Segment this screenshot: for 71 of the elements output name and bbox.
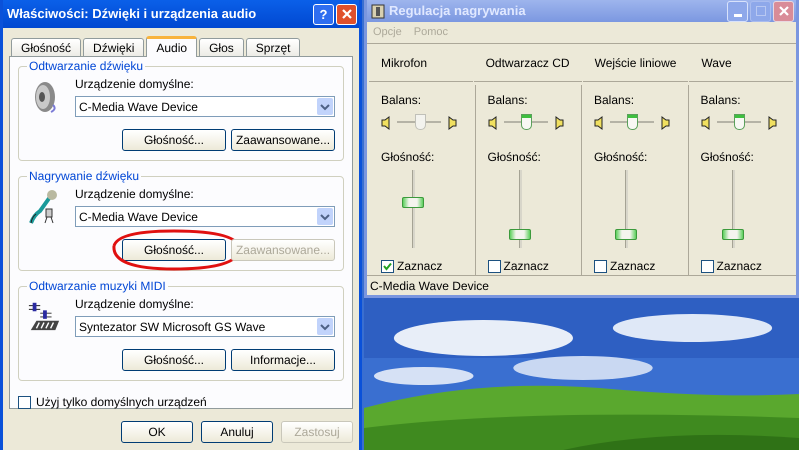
field-label: Urządzenie domyślne: (75, 186, 195, 203)
checkmark-icon (383, 262, 392, 270)
volume-label: Głośność: (488, 149, 542, 166)
group-title: Odtwarzanie muzyki MIDI (28, 278, 167, 295)
field-label: Urządzenie domyślne: (75, 76, 195, 93)
speaker-icon (381, 116, 391, 130)
checkbox[interactable] (488, 260, 500, 272)
group-title: Nagrywanie dźwięku (28, 168, 140, 185)
checkbox-label: Użyj tylko domyślnych urządzeń (36, 394, 207, 411)
volume-label: Głośność: (700, 149, 755, 166)
speaker-icon (700, 116, 710, 130)
channel-name: Wejście liniowe (594, 56, 676, 70)
tab[interactable]: Głośność (11, 38, 82, 56)
close-icon (778, 5, 790, 17)
slider-thumb[interactable] (734, 114, 744, 130)
balance-label: Balans: (381, 92, 422, 109)
speaker-icon (660, 116, 670, 130)
help-button[interactable]: ? (313, 4, 334, 24)
checkbox[interactable] (594, 260, 607, 272)
microphone-icon (28, 189, 60, 225)
checkbox-label: Zaznacz (397, 258, 442, 275)
device-dropdown[interactable]: Syntezator SW Microsoft GS Wave (75, 316, 335, 337)
close-icon (340, 8, 352, 20)
minimize-icon (734, 14, 742, 16)
checkbox-label: Zaznacz (716, 258, 762, 275)
group-title: Odtwarzanie dźwięku (28, 58, 144, 75)
speaker-icon (766, 116, 776, 130)
tab[interactable]: Audio (146, 36, 198, 57)
window-title: Regulacja nagrywania (389, 2, 527, 20)
slider-thumb[interactable] (627, 114, 638, 130)
speaker-icon (554, 116, 564, 130)
checkbox[interactable] (700, 260, 714, 272)
tab[interactable]: Dźwięki (83, 38, 144, 56)
balance-label: Balans: (700, 92, 742, 109)
device-dropdown[interactable]: C-Media Wave Device (75, 206, 335, 227)
speaker-icon (488, 116, 498, 130)
channel-name: Wave (701, 56, 732, 70)
dialog-button[interactable]: Anuluj (201, 421, 273, 443)
checkbox-label: Zaznacz (610, 258, 656, 275)
field-label: Urządzenie domyślne: (75, 296, 195, 313)
dialog-button[interactable]: Głośność... (122, 239, 226, 261)
dialog-button[interactable]: Zaawansowane... (231, 129, 335, 151)
minimize-button[interactable] (727, 0, 748, 22)
maximize-icon (756, 6, 766, 16)
dialog-button[interactable]: Informacje... (231, 349, 335, 371)
slider-thumb[interactable] (402, 196, 424, 208)
tab[interactable]: Sprzęt (246, 38, 300, 56)
channel-name: Odtwarzacz CD (486, 56, 570, 70)
device-dropdown[interactable]: C-Media Wave Device (75, 96, 335, 117)
checkbox[interactable] (381, 260, 394, 272)
slider-thumb[interactable] (520, 114, 532, 130)
app-icon (371, 4, 385, 18)
channel-name: Mikrofon (381, 56, 428, 70)
checkbox-label: Zaznacz (504, 258, 549, 275)
balance-label: Balans: (488, 92, 529, 109)
tab[interactable]: Głos (199, 38, 244, 56)
close-button[interactable] (773, 0, 794, 22)
dialog-button[interactable]: OK (121, 421, 193, 443)
window-title: Właściwości: Dźwięki i urządzenia audio (7, 5, 258, 24)
volume-label: Głośność: (381, 149, 436, 166)
speaker-icon (594, 116, 604, 130)
checkbox[interactable] (18, 396, 31, 408)
dialog-button[interactable]: Głośność... (122, 349, 226, 371)
speaker-icon (447, 116, 457, 130)
balance-label: Balans: (594, 92, 636, 109)
status-text: C-Media Wave Device (370, 278, 489, 294)
slider-thumb[interactable] (615, 228, 637, 240)
slider-thumb[interactable] (722, 228, 744, 240)
dialog-button[interactable]: Głośność... (122, 129, 226, 151)
volume-label: Głośność: (594, 149, 648, 166)
slider-thumb[interactable] (508, 228, 530, 240)
